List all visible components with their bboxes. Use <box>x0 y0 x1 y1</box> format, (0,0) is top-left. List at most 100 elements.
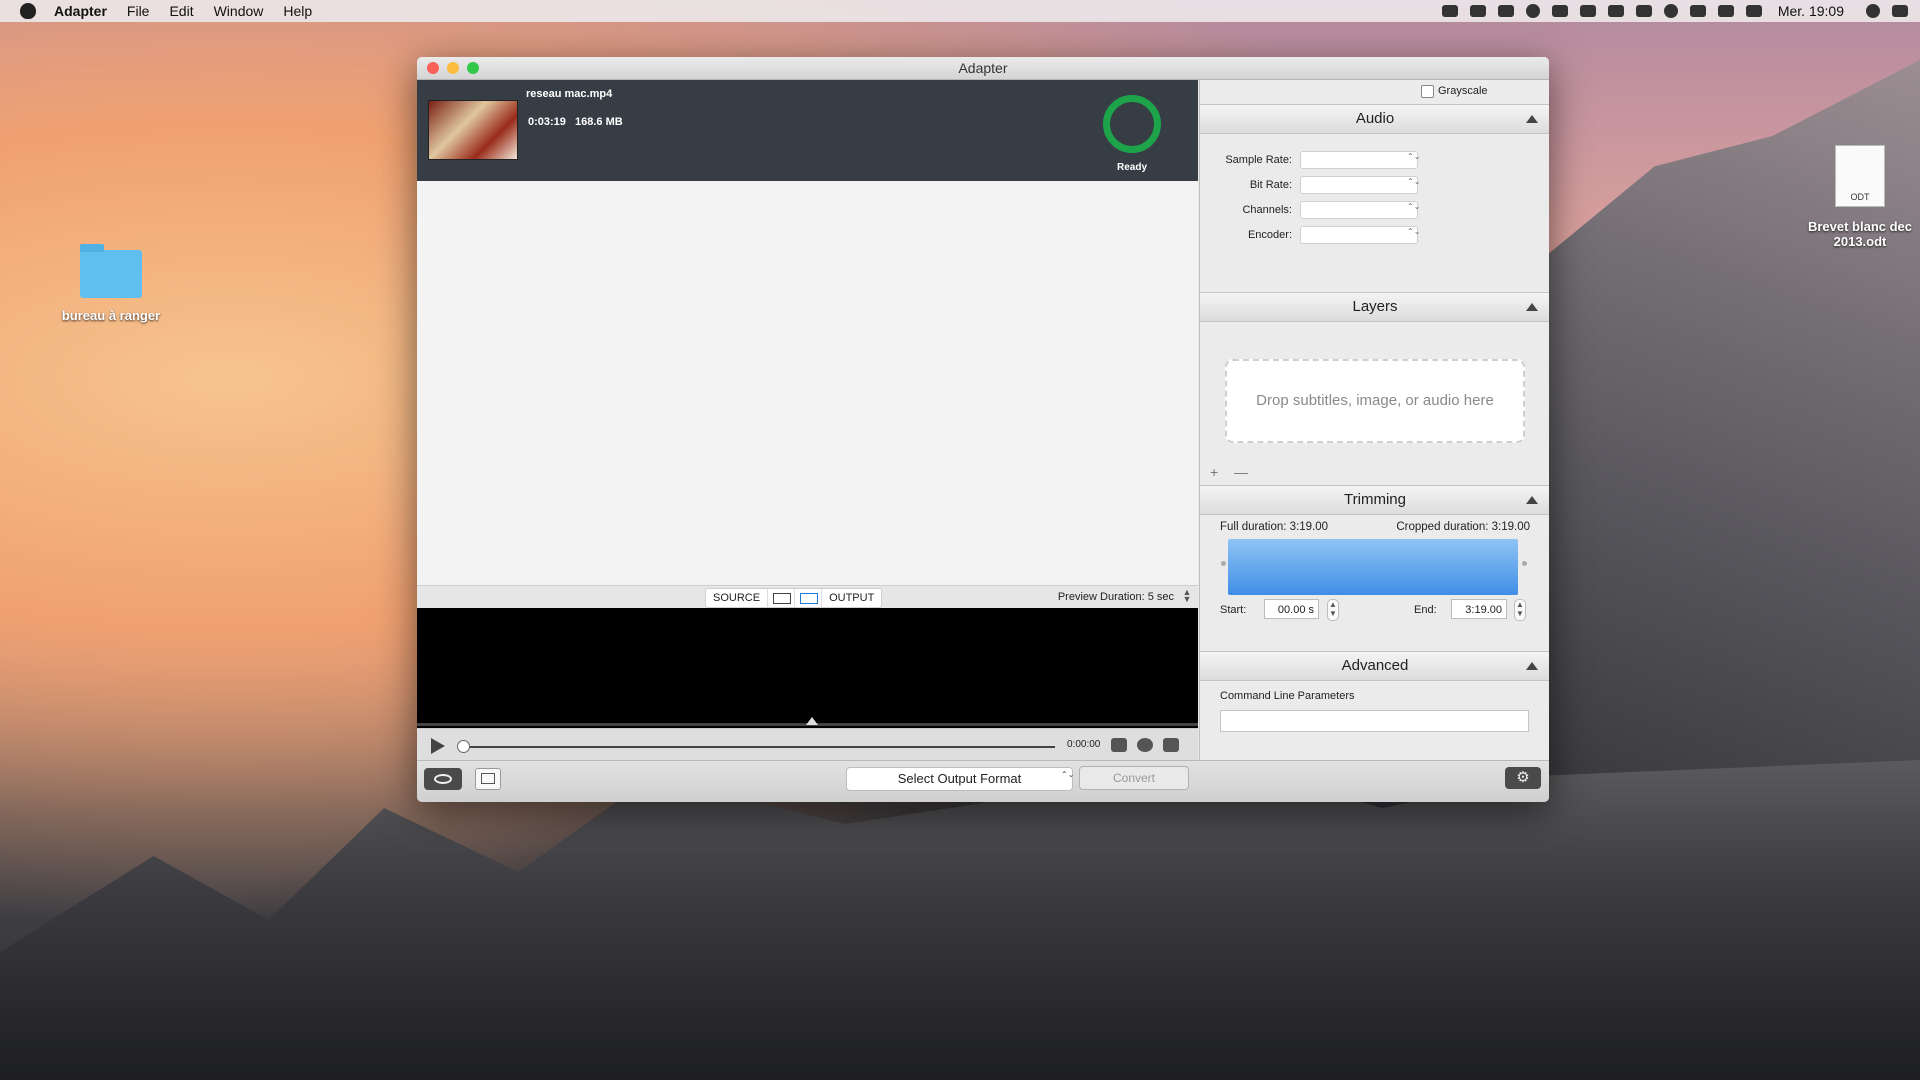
sample-rate-select[interactable] <box>1300 151 1418 169</box>
layer-buttons: + — <box>1210 464 1248 480</box>
channels-label: Channels: <box>1242 204 1292 216</box>
channels-row: Channels: <box>1200 198 1549 223</box>
trim-start-handle[interactable] <box>1221 561 1226 566</box>
cliff-bottom <box>0 760 1920 1080</box>
collapse-triangle-icon[interactable] <box>1526 496 1538 504</box>
minimize-button[interactable] <box>447 62 459 74</box>
convert-button[interactable]: Convert <box>1079 766 1189 790</box>
audio-header[interactable]: Audio <box>1200 104 1549 134</box>
start-label: Start: <box>1220 604 1247 616</box>
cropped-duration: Cropped duration: 3:19.00 <box>1396 521 1530 533</box>
bottom-toolbar: Select Output Format Convert ⚙ <box>417 760 1549 802</box>
start-field[interactable]: 00.00 s <box>1264 599 1319 619</box>
menu-edit[interactable]: Edit <box>169 3 193 19</box>
menu-file[interactable]: File <box>127 3 150 19</box>
end-field[interactable]: 3:19.00 <box>1451 599 1507 619</box>
magnifier-icon[interactable] <box>1137 738 1153 752</box>
scrubber-track[interactable] <box>463 746 1055 748</box>
channels-select[interactable] <box>1300 201 1418 219</box>
layers-title: Layers <box>1352 298 1398 315</box>
preview-duration-stepper[interactable]: ▲ ▼ <box>1182 588 1192 604</box>
source-view-button[interactable]: SOURCE <box>706 589 769 607</box>
scrubber-knob[interactable] <box>457 740 470 753</box>
end-stepper[interactable]: ▲ ▼ <box>1514 599 1526 621</box>
file-size: 168.6 MB <box>575 116 623 128</box>
zoom-button[interactable] <box>467 62 479 74</box>
collapse-triangle-icon[interactable] <box>1526 115 1538 123</box>
sample-rate-label: Sample Rate: <box>1225 154 1292 166</box>
settings-pane: Grayscale Audio Sample Rate: Bit Rate: C… <box>1199 80 1549 761</box>
window-titlebar[interactable]: Adapter <box>417 57 1549 80</box>
volume-icon[interactable] <box>1745 5 1762 17</box>
current-time: 0:00:00 <box>1067 739 1101 750</box>
airplay-icon[interactable] <box>1607 5 1624 17</box>
eject-icon[interactable] <box>1635 5 1652 17</box>
add-layer-button[interactable]: + <box>1210 464 1218 480</box>
collapse-triangle-icon[interactable] <box>1526 662 1538 670</box>
sync-icon[interactable] <box>1525 4 1540 18</box>
apple-icon[interactable] <box>20 3 36 19</box>
trim-range-bar[interactable] <box>1228 539 1518 595</box>
preview-duration: Preview Duration: 5 sec <box>1057 591 1174 603</box>
grayscale-checkbox[interactable] <box>1421 85 1434 98</box>
preview-toggle-button[interactable] <box>424 768 462 790</box>
split-view-icon[interactable] <box>795 589 823 607</box>
menu-app[interactable]: Adapter <box>54 3 107 19</box>
status-text: Ready <box>1116 162 1147 173</box>
layers-header[interactable]: Layers <box>1200 292 1549 322</box>
inbox-icon[interactable] <box>1469 5 1486 17</box>
menu-window[interactable]: Window <box>214 3 264 19</box>
bit-rate-label: Bit Rate: <box>1249 179 1292 191</box>
trim-end-handle[interactable] <box>1522 561 1527 566</box>
trimming-title: Trimming <box>1344 491 1406 508</box>
advanced-header[interactable]: Advanced <box>1200 651 1549 681</box>
adapter-window: Adapter reseau mac.mp4 0:03:19 168.6 MB … <box>417 57 1549 802</box>
wifi-icon[interactable] <box>1717 5 1734 17</box>
close-button[interactable] <box>427 62 439 74</box>
desktop-folder-label: bureau à ranger <box>61 308 161 323</box>
gear-icon[interactable]: ⚙ <box>1505 767 1541 789</box>
audio-title: Audio <box>1355 110 1395 127</box>
bell-icon[interactable] <box>1551 5 1568 17</box>
bluetooth-icon[interactable] <box>1689 5 1706 17</box>
camera-icon[interactable] <box>1163 738 1179 752</box>
cloud-icon[interactable] <box>1441 5 1458 17</box>
spotlight-icon[interactable] <box>1866 4 1880 18</box>
audio-section: Sample Rate: Bit Rate: Channels: Encoder… <box>1200 134 1549 292</box>
layers-section: Drop subtitles, image, or audio here + — <box>1200 322 1549 485</box>
video-thumbnail <box>428 100 518 160</box>
output-format-select[interactable]: Select Output Format <box>846 767 1073 791</box>
layer-drop-zone[interactable]: Drop subtitles, image, or audio here <box>1225 359 1525 443</box>
desktop-document[interactable]: ODT Brevet blanc dec 2013.odt <box>1800 145 1920 249</box>
command-line-label: Command Line Parameters <box>1220 690 1355 702</box>
clock[interactable]: Mer. 19:09 <box>1778 3 1844 19</box>
remove-layer-button[interactable]: — <box>1234 464 1248 480</box>
collapse-triangle-icon[interactable] <box>1526 303 1538 311</box>
start-stepper[interactable]: ▲ ▼ <box>1327 599 1339 621</box>
command-line-input[interactable] <box>1220 710 1529 732</box>
menu-help[interactable]: Help <box>283 3 312 19</box>
sample-rate-row: Sample Rate: <box>1200 148 1549 173</box>
encoder-label: Encoder: <box>1247 229 1292 241</box>
side-by-side-view-icon[interactable] <box>768 589 796 607</box>
advanced-title: Advanced <box>1341 657 1409 674</box>
notification-center-icon[interactable] <box>1892 5 1908 17</box>
dropbox-icon[interactable] <box>1497 5 1514 17</box>
magic-wand-icon[interactable] <box>1111 738 1127 752</box>
bit-rate-select[interactable] <box>1300 176 1418 194</box>
encoder-select[interactable] <box>1300 226 1418 244</box>
desktop-document-label: Brevet blanc dec 2013.odt <box>1807 219 1913 249</box>
bit-rate-row: Bit Rate: <box>1200 173 1549 198</box>
split-handle[interactable] <box>806 717 818 725</box>
trimming-header[interactable]: Trimming <box>1200 485 1549 515</box>
drive-icon[interactable] <box>1579 5 1596 17</box>
file-item[interactable]: reseau mac.mp4 0:03:19 168.6 MB Ready <box>417 80 1198 181</box>
encoder-row: Encoder: <box>1200 223 1549 248</box>
output-view-button[interactable]: OUTPUT <box>822 589 881 607</box>
time-machine-icon[interactable] <box>1663 4 1678 18</box>
odt-document-icon: ODT <box>1835 145 1885 207</box>
terminal-log-button[interactable] <box>475 768 501 790</box>
play-icon[interactable] <box>431 738 445 754</box>
grayscale-label: Grayscale <box>1438 85 1488 97</box>
desktop-folder[interactable]: bureau à ranger <box>56 244 166 323</box>
